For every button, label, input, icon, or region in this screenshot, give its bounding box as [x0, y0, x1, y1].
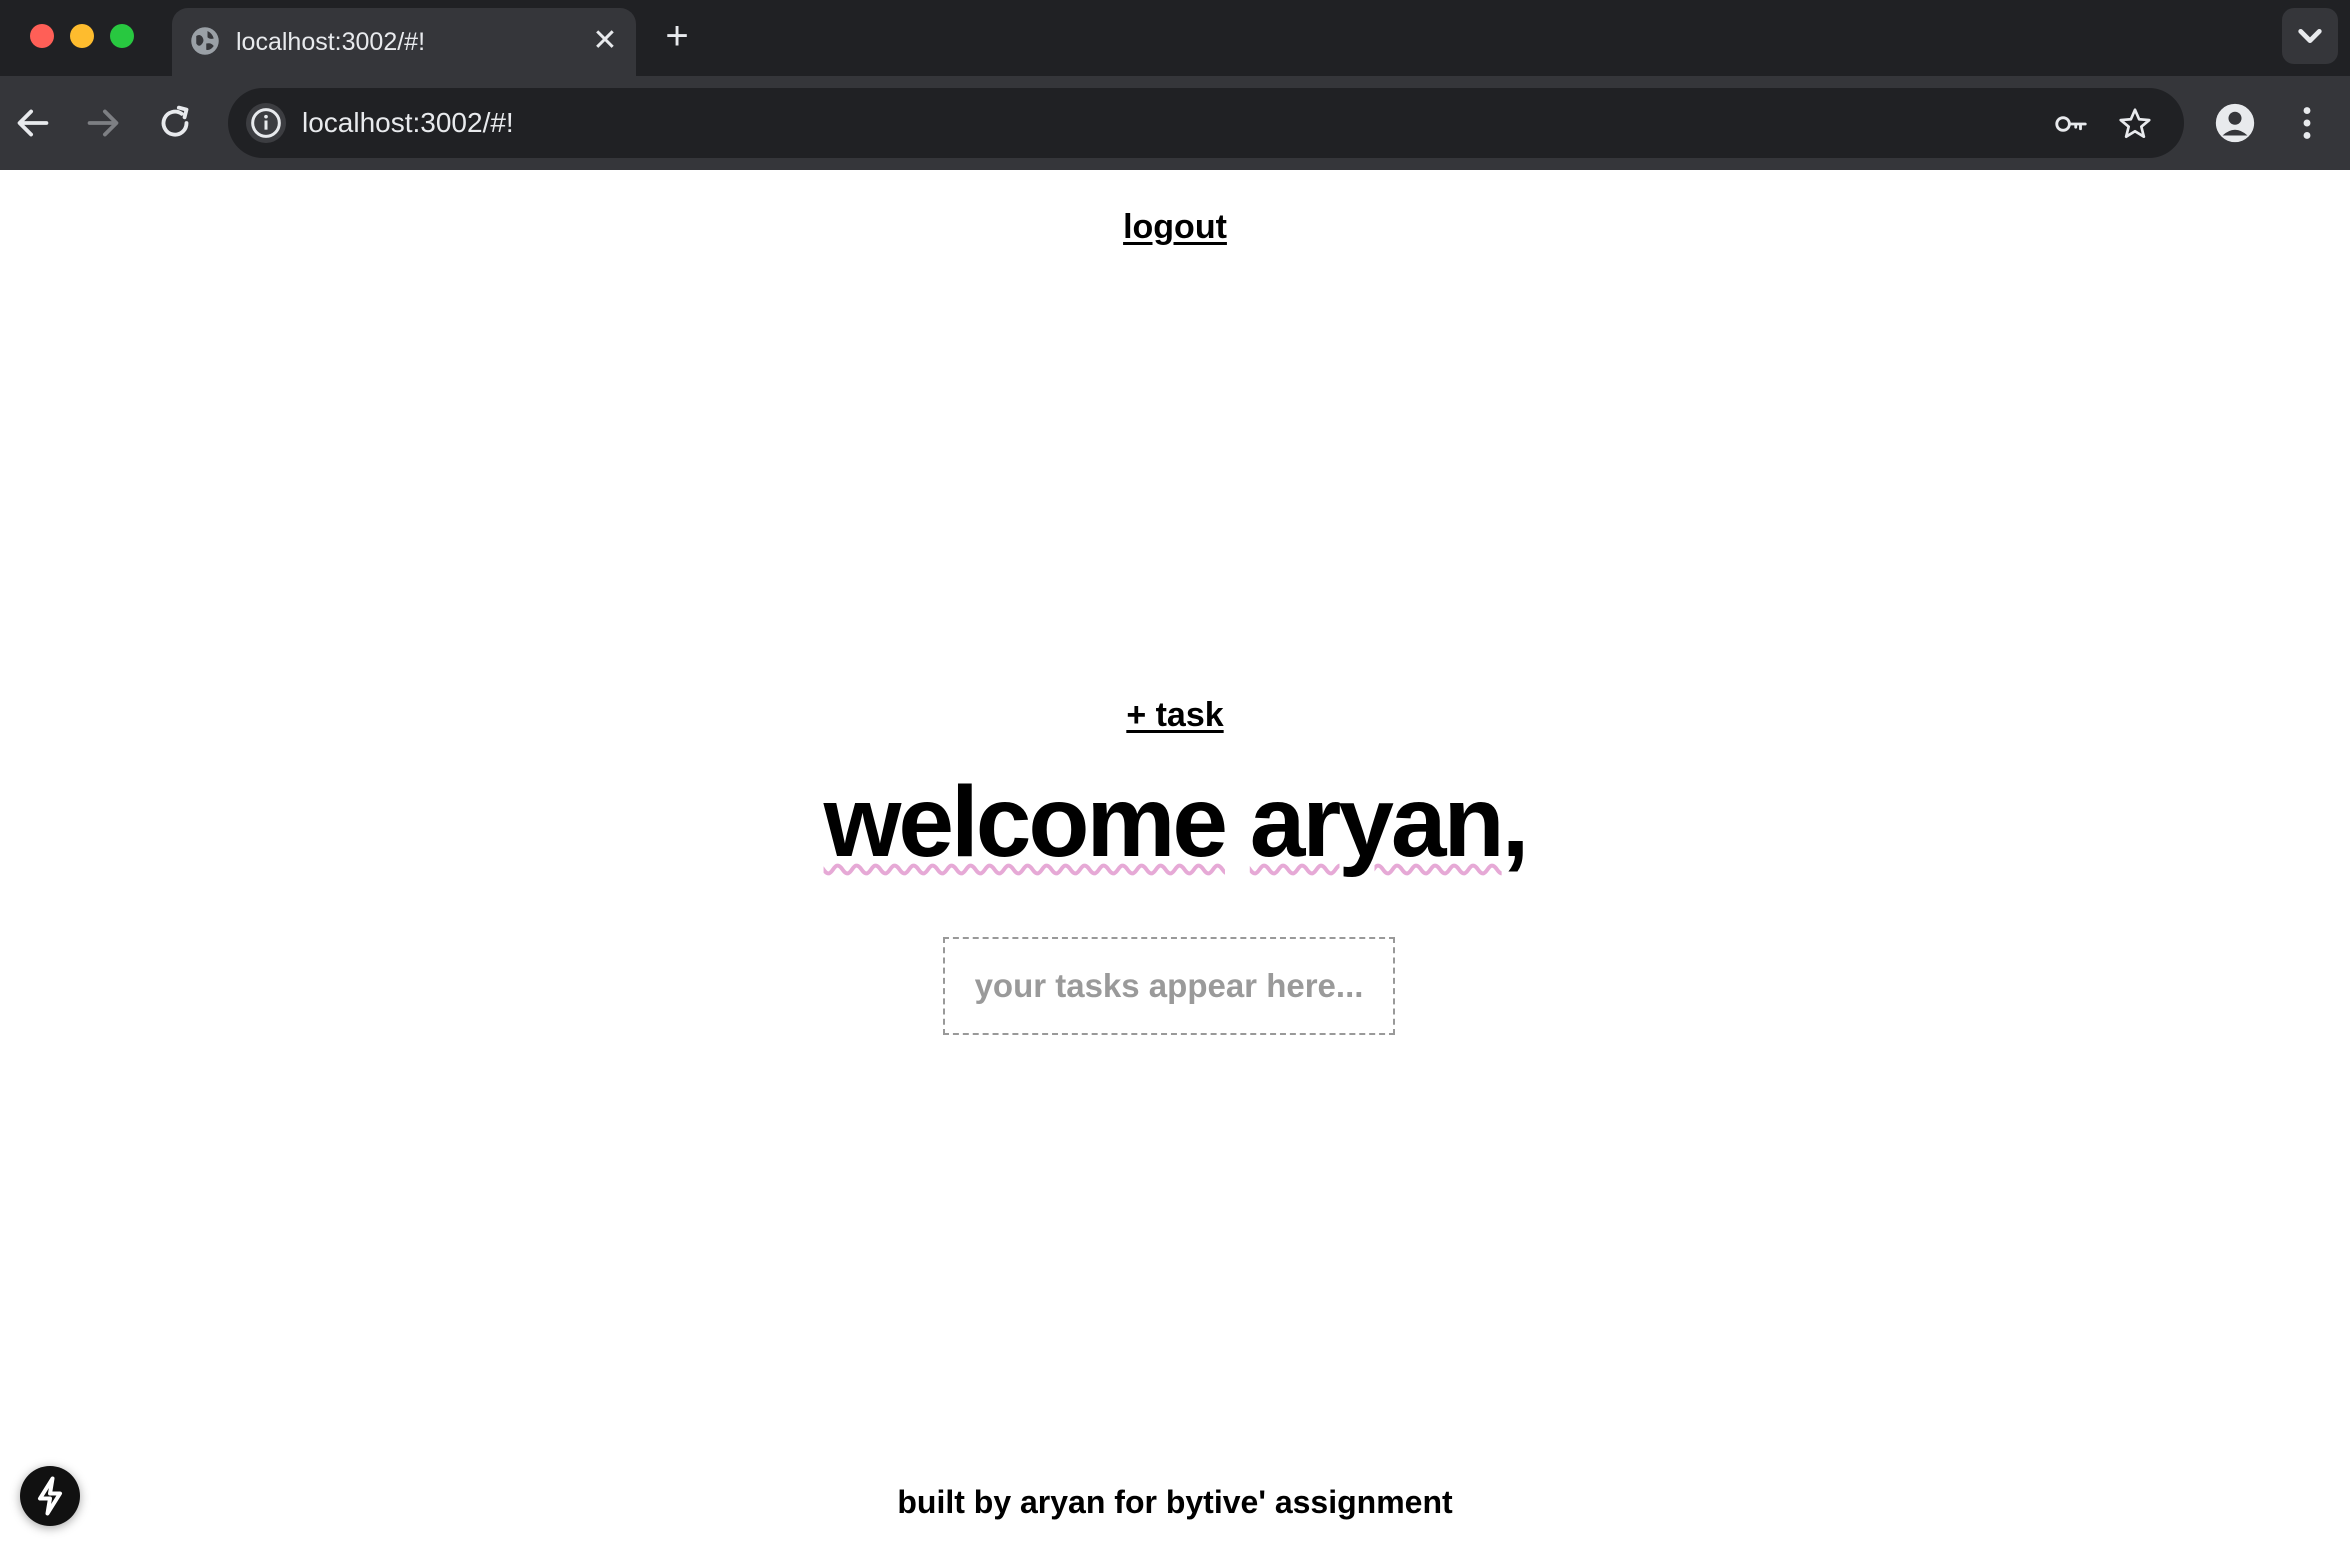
browser-tab-bar: localhost:3002/#! ✕ +: [0, 0, 2350, 76]
minimize-window-button[interactable]: [70, 24, 94, 48]
close-window-button[interactable]: [30, 24, 54, 48]
back-arrow-icon[interactable]: [10, 100, 56, 146]
new-tab-button[interactable]: +: [656, 16, 698, 58]
tasks-placeholder-text: your tasks appear here...: [974, 967, 1364, 1004]
reload-icon[interactable]: [152, 100, 198, 146]
site-info-button[interactable]: [246, 103, 286, 143]
address-bar[interactable]: localhost:3002/#!: [228, 88, 2184, 158]
welcome-name: aryan: [1249, 766, 1505, 878]
welcome-heading: welcome aryan,: [0, 762, 2350, 882]
logout-link[interactable]: logout: [0, 206, 2350, 248]
browser-toolbar: localhost:3002/#!: [0, 76, 2350, 170]
globe-icon: [191, 27, 219, 55]
tab-title: localhost:3002/#!: [236, 28, 426, 56]
page-content: logout + task welcome aryan, your tasks …: [0, 170, 2350, 1550]
welcome-word: welcome: [823, 766, 1228, 878]
star-icon[interactable]: [2116, 105, 2154, 143]
browser-tab[interactable]: localhost:3002/#! ✕: [172, 8, 636, 76]
footer-credit: built by aryan for bytive' assignment: [897, 1484, 1453, 1520]
key-icon[interactable]: [2052, 105, 2090, 143]
info-icon: [251, 108, 281, 138]
url-text[interactable]: localhost:3002/#!: [302, 106, 514, 140]
profile-icon[interactable]: [2212, 100, 2258, 146]
lightning-bolt-icon: [38, 1476, 62, 1516]
welcome-punct: ,: [1501, 766, 1530, 878]
dev-tools-button[interactable]: [20, 1466, 80, 1526]
tasks-placeholder-box: your tasks appear here...: [943, 937, 1395, 1035]
more-vert-icon[interactable]: [2284, 100, 2330, 146]
tab-close-icon[interactable]: ✕: [588, 24, 622, 58]
chevron-down-icon: [2298, 29, 2322, 44]
maximize-window-button[interactable]: [110, 24, 134, 48]
forward-arrow-icon[interactable]: [80, 100, 126, 146]
add-task-link[interactable]: + task: [0, 694, 2350, 736]
tab-search-button[interactable]: [2282, 8, 2338, 64]
